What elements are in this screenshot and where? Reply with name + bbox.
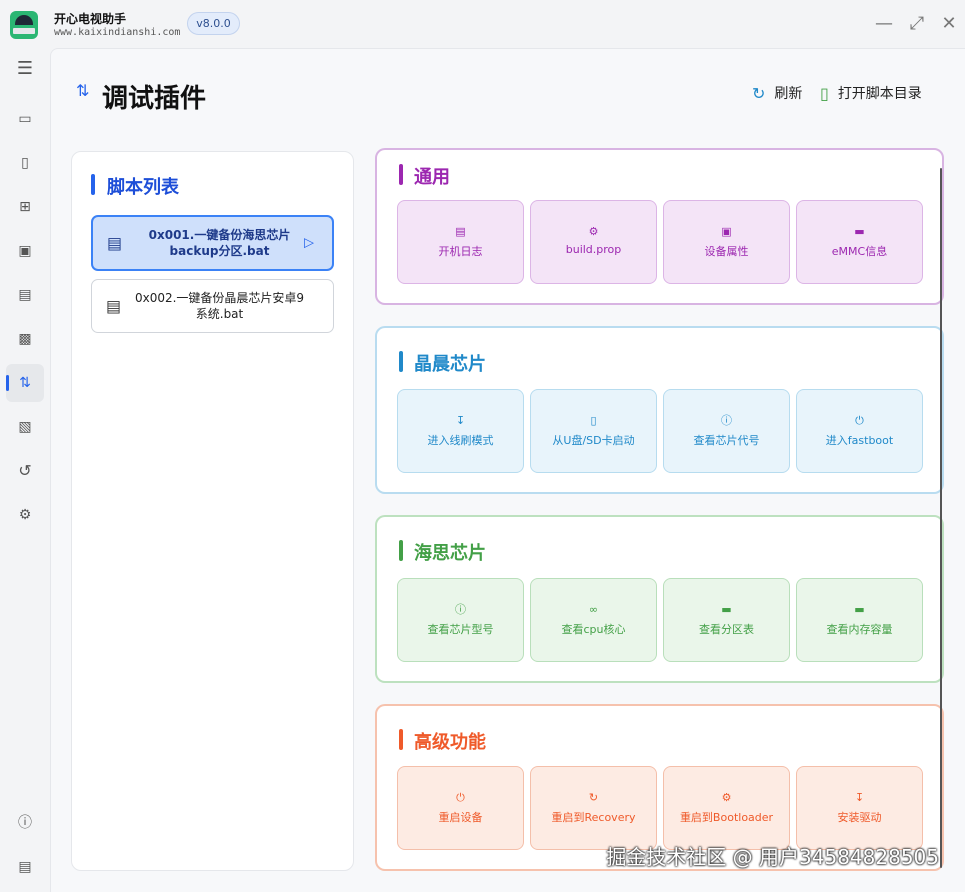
section-title: 高级功能 bbox=[399, 728, 486, 754]
tile-label: 设备属性 bbox=[704, 245, 749, 258]
tile-label: 重启到Bootloader bbox=[679, 811, 774, 824]
minimize-icon[interactable]: — bbox=[872, 12, 896, 36]
tile-label: 查看cpu核心 bbox=[561, 623, 626, 636]
usb-boot-button[interactable]: ▯ 从U盘/SD卡启动 bbox=[530, 389, 657, 473]
download-icon: ↧ bbox=[455, 414, 466, 427]
info-icon[interactable]: ⓘ bbox=[6, 804, 44, 842]
refresh-button[interactable]: ↻ 刷新 bbox=[752, 82, 802, 104]
partition-table-button[interactable]: ▬ 查看分区表 bbox=[663, 578, 790, 662]
page-title: 调试插件 bbox=[102, 84, 207, 114]
script-list-title: 脚本列表 bbox=[91, 173, 179, 199]
power-icon: ⏻ bbox=[456, 791, 465, 804]
script-file-icon: ▤ bbox=[106, 296, 122, 316]
document-icon: ▤ bbox=[455, 225, 466, 238]
script-file-icon: ▤ bbox=[107, 233, 123, 253]
gear-icon: ⚙ bbox=[588, 225, 599, 238]
refresh-label: 刷新 bbox=[774, 86, 803, 102]
cpu-cores-button[interactable]: ∞ 查看cpu核心 bbox=[530, 578, 657, 662]
tile-label: 查看分区表 bbox=[699, 623, 754, 636]
tile-label: 进入线刷模式 bbox=[427, 434, 494, 447]
plugin-icon[interactable]: ⇅ bbox=[6, 364, 44, 402]
tile-label: 从U盘/SD卡启动 bbox=[552, 434, 635, 447]
file-icon[interactable]: ▤ bbox=[6, 848, 44, 886]
open-dir-label: 打开脚本目录 bbox=[837, 86, 922, 102]
maximize-icon[interactable]: ⤢ bbox=[905, 12, 929, 36]
tile-label: 查看内存容量 bbox=[826, 623, 893, 636]
section-amlogic: 晶晨芯片 ↧ 进入线刷模式 ▯ 从U盘/SD卡启动 ⓘ 查看芯片代号 ⏻ 进入f… bbox=[375, 326, 944, 494]
menu-icon[interactable]: ☰ bbox=[6, 50, 44, 88]
grid-icon[interactable]: ⊞ bbox=[6, 188, 44, 226]
section-title: 晶晨芯片 bbox=[399, 350, 486, 376]
reboot-recovery-button[interactable]: ↻ 重启到Recovery bbox=[530, 766, 657, 850]
tile-label: 查看芯片代号 bbox=[693, 434, 760, 447]
tile-label: 查看芯片型号 bbox=[427, 623, 494, 636]
script-item[interactable]: ▤ 0x002.一键备份晶晨芯片安卓9系统.bat bbox=[91, 279, 334, 333]
open-script-dir-button[interactable]: ▯ 打开脚本目录 bbox=[820, 82, 922, 104]
door-icon[interactable]: ▯ bbox=[6, 144, 44, 182]
emmc-info-button[interactable]: ▬ eMMC信息 bbox=[796, 200, 923, 284]
terminal-icon[interactable]: ▧ bbox=[6, 408, 44, 446]
script-item-label: 0x002.一键备份晶晨芯片安卓9系统.bat bbox=[134, 291, 305, 321]
partition-icon: ▬ bbox=[721, 603, 732, 616]
refresh-icon: ↻ bbox=[752, 83, 766, 103]
chip-model-button[interactable]: ⓘ 查看芯片型号 bbox=[397, 578, 524, 662]
title-bar: 开心电视助手 www.kaixindianshi.com v8.0.0 — ⤢ … bbox=[0, 0, 965, 48]
chip-code-button[interactable]: ⓘ 查看芯片代号 bbox=[663, 389, 790, 473]
section-hisilicon: 海思芯片 ⓘ 查看芯片型号 ∞ 查看cpu核心 ▬ 查看分区表 ▬ 查看内存容量 bbox=[375, 515, 944, 683]
script-item-label: 0x001.一键备份海思芯片backup分区.bat bbox=[148, 228, 291, 258]
scrollbar[interactable] bbox=[940, 168, 942, 868]
screen-cast-icon[interactable]: ▣ bbox=[6, 232, 44, 270]
reboot-device-button[interactable]: ⏻ 重启设备 bbox=[397, 766, 524, 850]
gear-icon: ⚙ bbox=[721, 791, 732, 804]
tile-label: 安装驱动 bbox=[837, 811, 882, 824]
memory-icon: ▬ bbox=[854, 603, 865, 616]
cpu-icon: ∞ bbox=[588, 603, 599, 616]
install-driver-button[interactable]: ↧ 安装驱动 bbox=[796, 766, 923, 850]
tile-label: 进入fastboot bbox=[825, 434, 894, 447]
info-icon: ⓘ bbox=[721, 414, 732, 427]
app-url: www.kaixindianshi.com bbox=[54, 27, 181, 38]
history-icon[interactable]: ↺ bbox=[6, 452, 44, 490]
tile-label: build.prop bbox=[565, 243, 622, 256]
section-title: 海思芯片 bbox=[399, 539, 486, 565]
monitor-icon[interactable]: ▭ bbox=[6, 100, 44, 138]
fastboot-button[interactable]: ⏻ 进入fastboot bbox=[796, 389, 923, 473]
download-icon: ↧ bbox=[854, 791, 865, 804]
section-general: 通用 ▤ 开机日志 ⚙ build.prop ▣ 设备属性 ▬ eMMC信息 bbox=[375, 148, 944, 305]
tile-label: eMMC信息 bbox=[831, 245, 888, 258]
boot-log-button[interactable]: ▤ 开机日志 bbox=[397, 200, 524, 284]
build-prop-button[interactable]: ⚙ build.prop bbox=[530, 200, 657, 284]
play-icon[interactable]: ▷ bbox=[304, 236, 314, 251]
usb-icon: ▯ bbox=[590, 414, 597, 427]
burn-mode-button[interactable]: ↧ 进入线刷模式 bbox=[397, 389, 524, 473]
android-logo-icon bbox=[10, 11, 38, 39]
tile-label: 重启设备 bbox=[438, 811, 483, 824]
laptop-icon[interactable]: ▩ bbox=[6, 320, 44, 358]
plugin-icon: ⇅ bbox=[76, 81, 90, 100]
tile-label: 重启到Recovery bbox=[551, 811, 636, 824]
device-icon: ▣ bbox=[721, 225, 732, 238]
power-icon: ⏻ bbox=[855, 414, 864, 427]
device-props-button[interactable]: ▣ 设备属性 bbox=[663, 200, 790, 284]
refresh-icon: ↻ bbox=[588, 791, 599, 804]
section-title: 通用 bbox=[399, 163, 450, 189]
image-icon[interactable]: ▤ bbox=[6, 276, 44, 314]
reboot-bootloader-button[interactable]: ⚙ 重启到Bootloader bbox=[663, 766, 790, 850]
info-icon: ⓘ bbox=[455, 603, 466, 616]
script-item-selected[interactable]: ▤ 0x001.一键备份海思芯片backup分区.bat ▷ bbox=[91, 215, 334, 271]
sidebar: ☰ ▭ ▯ ⊞ ▣ ▤ ▩ ⇅ ▧ ↺ ⚙ ⓘ ▤ bbox=[0, 48, 50, 892]
memory-size-button[interactable]: ▬ 查看内存容量 bbox=[796, 578, 923, 662]
version-badge: v8.0.0 bbox=[187, 12, 240, 35]
close-icon[interactable]: ✕ bbox=[937, 12, 961, 36]
chip-icon: ▬ bbox=[854, 225, 865, 238]
app-name: 开心电视助手 bbox=[54, 12, 127, 26]
tile-label: 开机日志 bbox=[438, 245, 483, 258]
settings-icon[interactable]: ⚙ bbox=[6, 496, 44, 534]
watermark: 掘金技术社区 @ 用户34584828505 bbox=[606, 845, 939, 869]
folder-icon: ▯ bbox=[820, 83, 829, 103]
